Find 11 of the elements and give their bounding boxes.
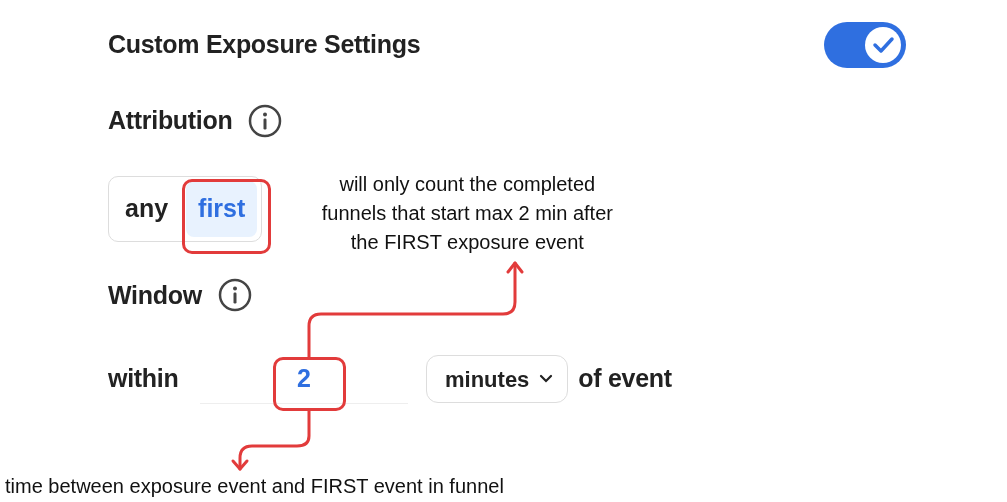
segment-option[interactable]: any [113, 180, 181, 237]
field-label: Window [108, 279, 202, 311]
field-label: within [108, 363, 180, 395]
unit-dropdown[interactable]: minutes [426, 355, 569, 403]
annotation-text: will only count the completed funnels that start max 2 min after the FIRST exposure event [320, 171, 614, 255]
field-label: of event [578, 363, 672, 395]
section-title: Custom Exposure Settings [108, 29, 421, 61]
number-field[interactable]: 2 [200, 354, 408, 404]
field-label: Attribution [108, 105, 233, 136]
annotation-text: time between exposure event and FIRST event in funnel [5, 474, 505, 499]
segment-option[interactable]: first [186, 180, 258, 237]
